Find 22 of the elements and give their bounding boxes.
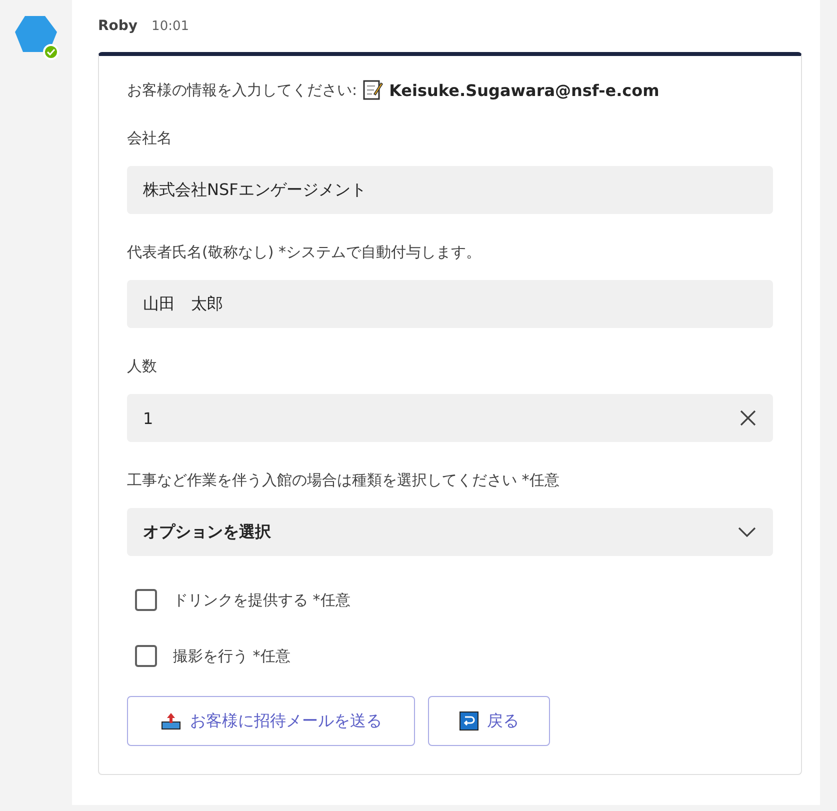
checkbox-label: ドリンクを提供する *任意 (173, 590, 350, 610)
upload-tray-icon (160, 712, 182, 730)
field-label: 会社名 (127, 128, 173, 149)
user-email: Keisuke.Sugawara@nsf-e.com (389, 80, 660, 100)
back-button[interactable]: 戻る (428, 696, 550, 746)
checkbox-label: 撮影を行う *任意 (173, 646, 290, 666)
field-label: 代表者氏名(敬称なし) *システムで自動付与します。 (127, 242, 482, 263)
input-field[interactable]: 株式会社NSFエンゲージメント (127, 166, 773, 214)
chevron-down-icon[interactable] (737, 526, 757, 538)
checkbox[interactable] (135, 645, 157, 667)
input-field[interactable]: 山田 太郎 (127, 280, 773, 328)
option-dropdown[interactable]: オプションを選択 (127, 508, 773, 556)
checkbox[interactable] (135, 589, 157, 611)
field-label: 人数 (127, 356, 158, 377)
memo-icon (363, 79, 384, 101)
field-label: 工事など作業を伴う入館の場合は種類を選択してください *任意 (127, 470, 560, 491)
sender-name: Roby (98, 18, 138, 34)
input-field[interactable]: 1 (127, 394, 773, 442)
clear-icon[interactable] (739, 409, 757, 427)
send-invite-button[interactable]: お客様に招待メールを送る (127, 696, 415, 746)
prompt-text: お客様の情報を入力してください: (127, 80, 358, 100)
message-time: 10:01 (152, 18, 190, 34)
